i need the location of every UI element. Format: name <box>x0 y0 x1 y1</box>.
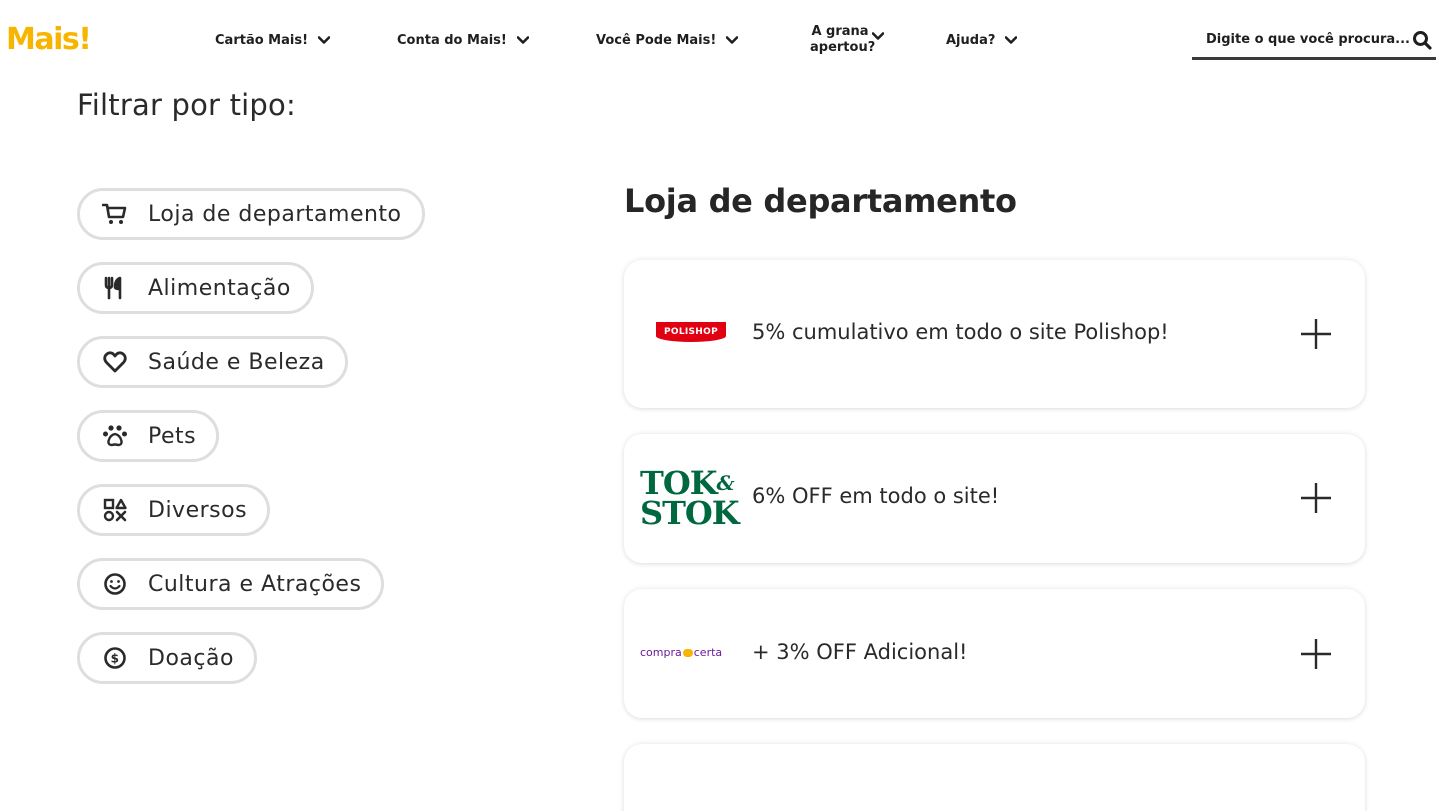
mais-logo[interactable]: Mais! <box>6 20 92 60</box>
chevron-down-icon <box>872 32 884 40</box>
filter-title: Filtrar por tipo: <box>77 88 296 122</box>
nav-cartao-mais[interactable]: Cartão Mais! <box>215 0 330 80</box>
filter-alimentacao[interactable]: Alimentação <box>77 262 314 314</box>
brand-amp: & <box>716 471 735 495</box>
nav-ajuda[interactable]: Ajuda? <box>946 0 1018 80</box>
filter-label: Saúde e Beleza <box>148 349 325 375</box>
chevron-down-icon <box>318 36 330 44</box>
tok-stok-logo: TOK& STOK <box>640 467 740 529</box>
dollar-coin-icon: $ <box>102 645 128 671</box>
heart-icon <box>102 349 128 375</box>
filter-label: Doação <box>148 645 234 671</box>
chevron-down-icon <box>726 36 739 44</box>
offer-text: 6% OFF em todo o site! <box>752 484 1000 508</box>
nav-label: Conta do Mais! <box>397 32 507 48</box>
nav-label: A grana apertou? <box>810 24 876 55</box>
compra-certa-logo: compra certa <box>640 646 722 659</box>
filter-label: Alimentação <box>148 275 291 301</box>
plus-icon[interactable] <box>1299 637 1333 671</box>
site-header: Mais! Cartão Mais! Conta do Mais! Você P… <box>0 0 1439 80</box>
plus-icon[interactable] <box>1299 481 1333 515</box>
section-title: Loja de departamento <box>624 182 1017 220</box>
nav-label: Você Pode Mais! <box>596 32 717 48</box>
nav-conta-do-mais[interactable]: Conta do Mais! <box>397 0 529 80</box>
nav-label: Cartão Mais! <box>215 32 308 48</box>
chevron-down-icon <box>1005 36 1018 44</box>
offer-card-partial[interactable] <box>624 744 1365 811</box>
offer-card-compra-certa[interactable]: compra certa + 3% OFF Adicional! <box>624 589 1365 718</box>
search-icon[interactable] <box>1412 30 1432 50</box>
nav-label: Ajuda? <box>946 32 996 48</box>
search-field[interactable]: Digite o que você procura... <box>1192 22 1436 60</box>
brand-label: POLISHOP <box>656 322 726 342</box>
offer-card-polishop[interactable]: POLISHOP 5% cumulativo em todo o site Po… <box>624 260 1365 408</box>
filter-label: Diversos <box>148 497 248 523</box>
filter-cultura-e-atracoes[interactable]: Cultura e Atrações <box>77 558 385 610</box>
nav-voce-pode-mais[interactable]: Você Pode Mais! <box>596 0 739 80</box>
filter-diversos[interactable]: Diversos <box>77 484 271 536</box>
brand-part: certa <box>693 646 723 659</box>
chevron-down-icon <box>516 36 529 44</box>
search-placeholder[interactable]: Digite o que você procura... <box>1206 32 1410 47</box>
svg-text:$: $ <box>111 652 120 666</box>
offer-card-tok-stok[interactable]: TOK& STOK 6% OFF em todo o site! <box>624 434 1365 563</box>
brand-dot <box>682 648 693 657</box>
filter-doacao[interactable]: $ Doação <box>77 632 257 684</box>
brand-part: compra <box>640 646 682 659</box>
brand-line: STOK <box>640 494 740 532</box>
nav-a-grana-apertou[interactable]: A grana apertou? <box>810 0 884 80</box>
shapes-icon <box>102 497 128 523</box>
plus-icon[interactable] <box>1299 317 1333 351</box>
filter-label: Cultura e Atrações <box>148 571 362 597</box>
filter-loja-de-departamento[interactable]: Loja de departamento <box>77 188 425 240</box>
filter-saude-e-beleza[interactable]: Saúde e Beleza <box>77 336 348 388</box>
filter-pets[interactable]: Pets <box>77 410 220 462</box>
offer-text: + 3% OFF Adicional! <box>752 640 968 664</box>
smiley-icon <box>102 571 128 597</box>
cart-icon <box>102 201 128 227</box>
filter-label: Pets <box>148 423 197 449</box>
offer-text: 5% cumulativo em todo o site Polishop! <box>752 320 1169 344</box>
polishop-logo: POLISHOP <box>656 322 726 342</box>
paw-icon <box>102 423 128 449</box>
fork-knife-icon <box>102 275 128 301</box>
filter-label: Loja de departamento <box>148 201 402 227</box>
